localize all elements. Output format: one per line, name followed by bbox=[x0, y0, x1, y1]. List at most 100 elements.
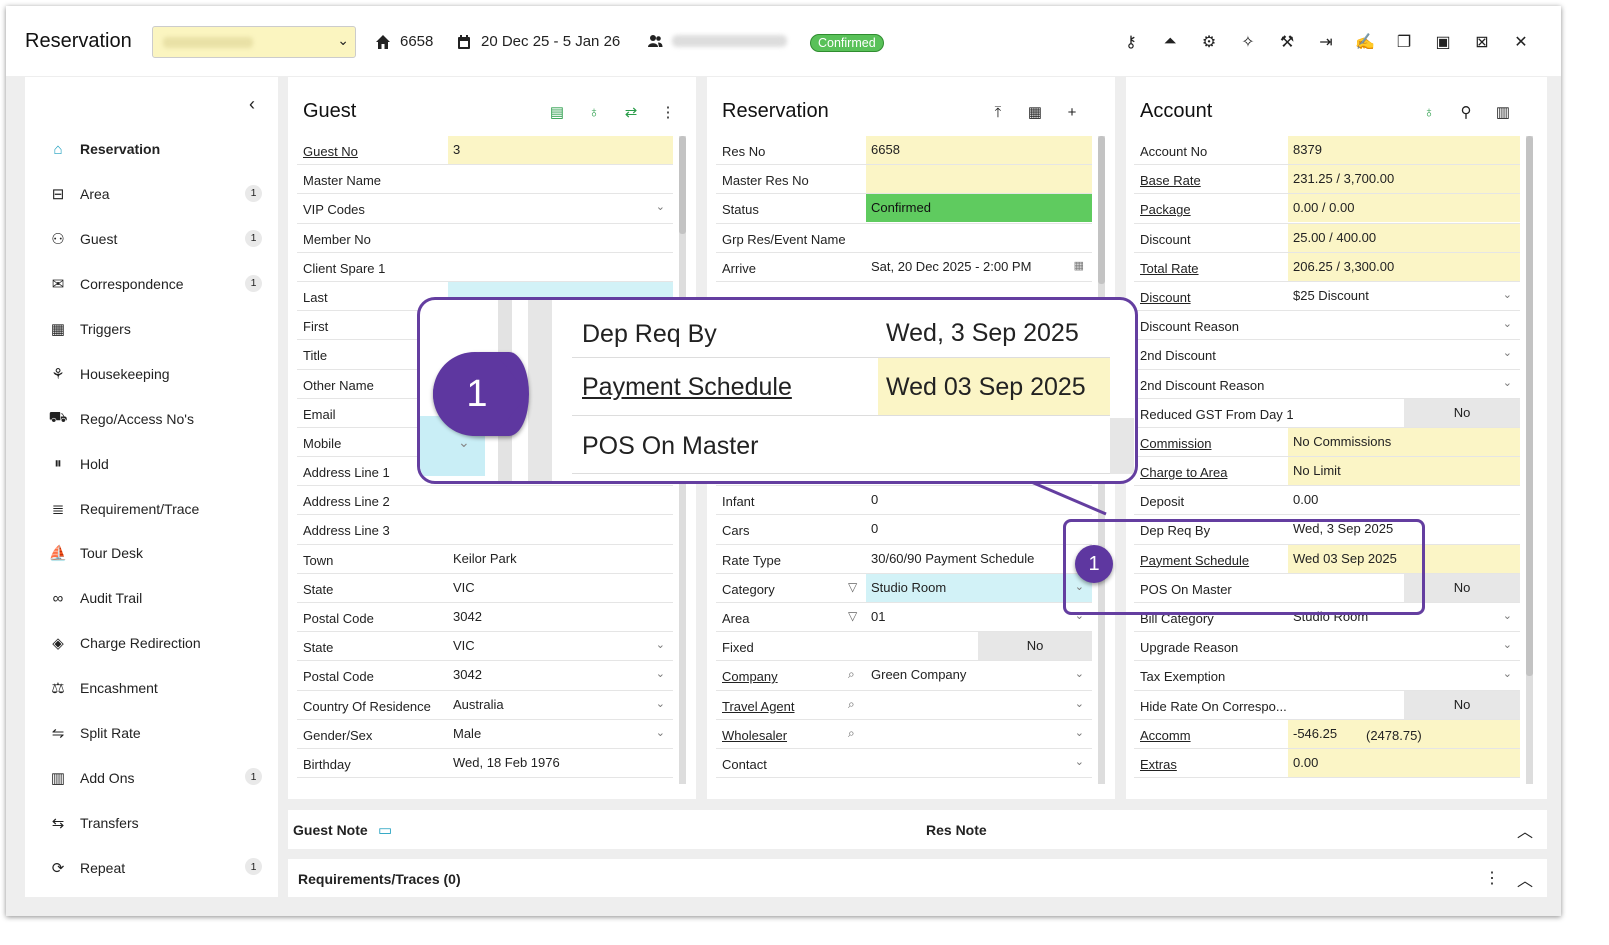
sidebar-item-repeat[interactable]: ⟳ Repeat 1 bbox=[25, 845, 278, 890]
sparkle-icon[interactable]: ✧ bbox=[1238, 32, 1258, 52]
field-value[interactable]: 0.00 bbox=[1288, 486, 1520, 514]
sidebar-item-audit-trail[interactable]: ∞ Audit Trail bbox=[25, 576, 278, 621]
field-label[interactable]: Extras bbox=[1140, 757, 1177, 772]
field-value[interactable]: 8379 bbox=[1288, 136, 1520, 164]
field-label[interactable]: Commission bbox=[1140, 436, 1212, 451]
field-value[interactable]: 0 bbox=[866, 486, 1092, 514]
search-icon[interactable]: ⌕ bbox=[848, 697, 855, 712]
field-value[interactable] bbox=[448, 165, 673, 193]
field-value[interactable]: 0 bbox=[866, 515, 1092, 543]
field-label[interactable]: Discount bbox=[1140, 290, 1191, 305]
field-label[interactable]: Charge to Area bbox=[1140, 465, 1227, 480]
field-value[interactable] bbox=[866, 691, 1092, 719]
field-value[interactable]: No Limit bbox=[1288, 457, 1520, 486]
sidebar-item-hold[interactable]: ⏸ Hold bbox=[25, 441, 278, 486]
field-value[interactable] bbox=[1288, 370, 1520, 398]
field-value[interactable]: Male bbox=[448, 720, 673, 748]
field-value[interactable] bbox=[448, 486, 673, 514]
field-value[interactable]: 6658 bbox=[866, 136, 1092, 164]
comment-icon[interactable]: ▭ bbox=[378, 821, 392, 839]
bell-icon[interactable]: ⏶ bbox=[1160, 32, 1180, 52]
field-value[interactable]: 0.00 / 0.00 bbox=[1288, 194, 1520, 223]
key-icon[interactable]: ⚷ bbox=[1121, 32, 1141, 52]
chevron-up-icon[interactable]: ︿ bbox=[1517, 867, 1533, 891]
field-label[interactable]: Wholesaler bbox=[722, 728, 787, 743]
sidebar-item-transfers[interactable]: ⇆ Transfers bbox=[25, 800, 278, 845]
close-icon[interactable]: ✕ bbox=[1511, 32, 1531, 52]
chevron-down-icon[interactable]: ⌄ bbox=[656, 667, 665, 680]
calendar-icon[interactable]: ▦ bbox=[1025, 102, 1045, 122]
field-value[interactable] bbox=[866, 165, 1092, 194]
field-value[interactable]: No bbox=[1404, 690, 1520, 719]
field-value[interactable]: No bbox=[978, 632, 1092, 661]
sign-in-icon[interactable]: ⇥ bbox=[1316, 32, 1336, 52]
money-bag-icon[interactable]: ♁ bbox=[1419, 102, 1439, 122]
field-value[interactable] bbox=[866, 224, 1092, 252]
field-value[interactable]: Studio Room bbox=[866, 573, 1092, 602]
chevron-down-icon[interactable]: ⌄ bbox=[656, 638, 665, 651]
chevron-down-icon[interactable]: ⌄ bbox=[656, 200, 665, 213]
more-vertical-icon[interactable]: ⋮ bbox=[658, 102, 678, 122]
chevron-down-icon[interactable]: ⌄ bbox=[1075, 726, 1084, 739]
callout-label-link[interactable]: Payment Schedule bbox=[582, 373, 792, 402]
field-value[interactable]: $25 Discount bbox=[1288, 282, 1520, 310]
save-icon[interactable]: ▣ bbox=[1433, 32, 1453, 52]
exchange-icon[interactable]: ⇄ bbox=[621, 102, 641, 122]
field-value[interactable]: VIC bbox=[448, 632, 673, 660]
field-value[interactable]: Wed, 18 Feb 1976 bbox=[448, 749, 673, 777]
field-value[interactable]: Confirmed bbox=[866, 194, 1092, 223]
sidebar-item-reservation[interactable]: ⌂ Reservation bbox=[25, 127, 278, 172]
chevron-up-icon[interactable]: ︿ bbox=[1517, 818, 1533, 842]
sort-icon[interactable]: ⤒ bbox=[988, 102, 1008, 122]
field-value[interactable] bbox=[1288, 311, 1520, 339]
chevron-down-icon[interactable]: ⌄ bbox=[1503, 288, 1512, 301]
field-value[interactable] bbox=[448, 194, 673, 222]
filter-icon[interactable]: ▽ bbox=[848, 580, 857, 594]
person-transfer-icon[interactable]: ⚲ bbox=[1456, 102, 1476, 122]
chevron-down-icon[interactable]: ⌄ bbox=[1503, 609, 1512, 622]
field-label[interactable]: Guest No bbox=[303, 144, 358, 159]
copy-icon[interactable]: ❐ bbox=[1394, 32, 1414, 52]
sidebar-item-encashment[interactable]: ⚖ Encashment bbox=[25, 666, 278, 711]
hammer-icon[interactable]: ⚒ bbox=[1277, 32, 1297, 52]
chevron-down-icon[interactable]: ⌄ bbox=[656, 697, 665, 710]
id-card-icon[interactable]: ▤ bbox=[547, 102, 567, 122]
money-bag-icon[interactable]: ♁ bbox=[584, 102, 604, 122]
sidebar-item-tour-desk[interactable]: ⛵ Tour Desk bbox=[25, 531, 278, 576]
field-value[interactable]: 01 bbox=[866, 603, 1092, 631]
sidebar-item-add-ons[interactable]: ▥ Add Ons 1 bbox=[25, 755, 278, 800]
more-vertical-icon[interactable]: ⋮ bbox=[1484, 868, 1500, 888]
chevron-down-icon[interactable]: ⌄ bbox=[1503, 376, 1512, 389]
field-value[interactable]: 231.25 / 3,700.00 bbox=[1288, 165, 1520, 194]
field-value[interactable]: VIC bbox=[448, 574, 673, 602]
field-value[interactable]: 3042 bbox=[448, 661, 673, 689]
account-scrollbar[interactable] bbox=[1526, 136, 1533, 784]
search-icon[interactable]: ⌕ bbox=[848, 667, 855, 682]
field-value[interactable] bbox=[448, 224, 673, 252]
field-value[interactable] bbox=[1288, 632, 1520, 660]
sidebar-item-split-rate[interactable]: ⇋ Split Rate bbox=[25, 711, 278, 756]
field-value[interactable]: 3042 bbox=[448, 603, 673, 631]
gear-icon[interactable]: ⚙ bbox=[1199, 32, 1219, 52]
chevron-down-icon[interactable]: ⌄ bbox=[1075, 667, 1084, 680]
reservation-scroll-thumb[interactable] bbox=[1098, 136, 1105, 284]
property-select[interactable]: ⌄ bbox=[152, 26, 356, 58]
field-value[interactable]: Australia bbox=[448, 691, 673, 719]
field-value[interactable]: Sat, 20 Dec 2025 - 2:00 PM bbox=[866, 253, 1092, 281]
sidebar-item-requirement-trace[interactable]: ≣ Requirement/Trace bbox=[25, 486, 278, 531]
guest-note-label[interactable]: Guest Note bbox=[293, 822, 368, 838]
field-value[interactable] bbox=[866, 720, 1092, 748]
chevron-down-icon[interactable]: ⌄ bbox=[1503, 317, 1512, 330]
save-close-icon[interactable]: ⊠ bbox=[1472, 32, 1492, 52]
field-value[interactable] bbox=[448, 253, 673, 281]
field-value[interactable]: 3 bbox=[448, 136, 673, 164]
field-value[interactable]: 25.00 / 400.00 bbox=[1288, 223, 1520, 252]
field-value[interactable] bbox=[1288, 661, 1520, 689]
signature-icon[interactable]: ✍ bbox=[1355, 32, 1375, 52]
sidebar-item-charge-redirection[interactable]: ◈ Charge Redirection bbox=[25, 621, 278, 666]
field-value[interactable] bbox=[1288, 340, 1520, 368]
guest-scroll-thumb[interactable] bbox=[679, 136, 686, 234]
field-value[interactable]: 0.00 bbox=[1288, 748, 1520, 777]
field-value[interactable]: No Commissions bbox=[1288, 427, 1520, 456]
search-icon[interactable]: ⌕ bbox=[848, 726, 855, 741]
